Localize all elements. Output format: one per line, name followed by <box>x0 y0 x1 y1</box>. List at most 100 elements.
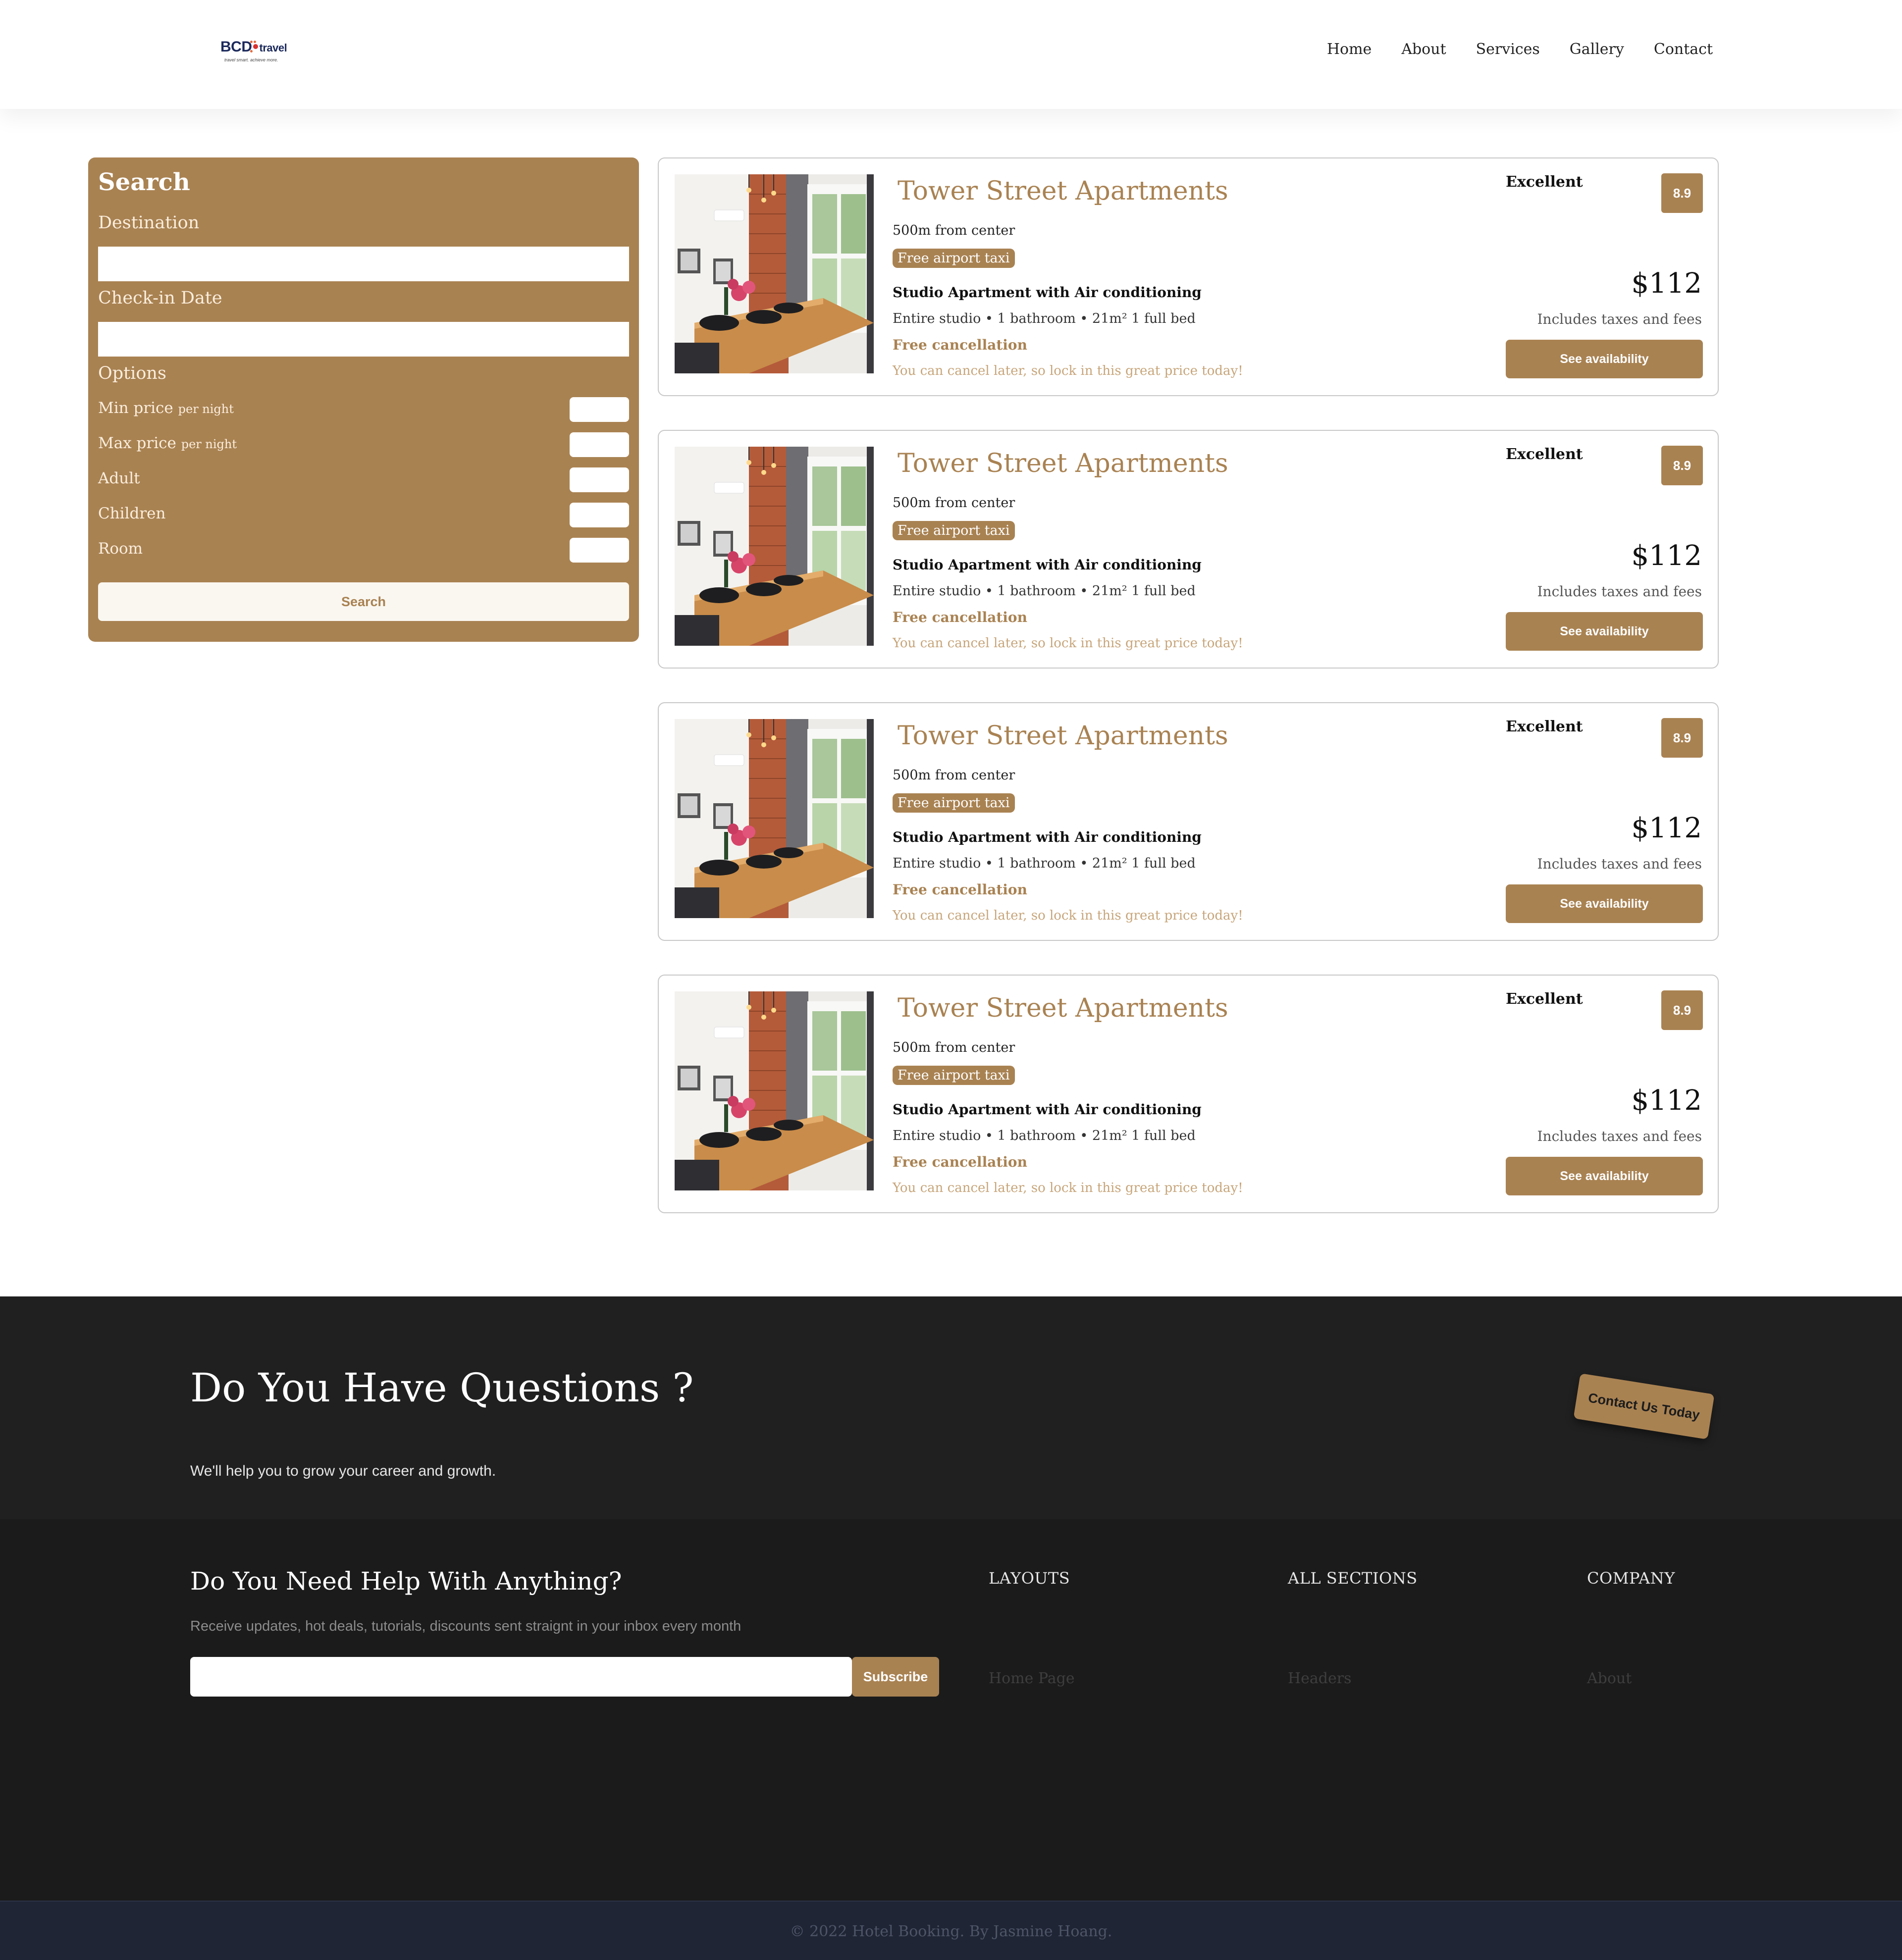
brand-logo[interactable]: BCD travel travel smart. achieve more. <box>220 36 305 65</box>
free-cancellation-label: Free cancellation <box>893 881 1027 898</box>
nav-contact[interactable]: Contact <box>1654 41 1713 58</box>
apartment-photo-illustration <box>675 719 874 918</box>
distance-text: 500m from center <box>893 1040 1015 1055</box>
hotel-title[interactable]: Tower Street Apartments <box>898 449 1228 478</box>
free-taxi-badge: Free airport taxi <box>893 1066 1015 1085</box>
rating-badge: 8.9 <box>1661 446 1703 485</box>
apartment-photo[interactable] <box>675 991 874 1190</box>
room-input[interactable] <box>570 538 629 563</box>
search-button[interactable]: Search <box>98 582 629 621</box>
cancellation-note: You can cancel later, so lock in this gr… <box>893 363 1243 378</box>
free-cancellation-label: Free cancellation <box>893 609 1027 625</box>
max-price-label: Max price <box>98 434 176 452</box>
taxes-note: Includes taxes and fees <box>1537 856 1702 872</box>
taxes-note: Includes taxes and fees <box>1537 1128 1702 1144</box>
children-label: Children <box>98 505 166 522</box>
apartment-photo-illustration <box>675 174 874 373</box>
nav-services[interactable]: Services <box>1476 41 1540 58</box>
adult-input[interactable] <box>570 467 629 492</box>
questions-subtitle: We'll help you to grow your career and g… <box>190 1463 496 1479</box>
newsletter-description: Receive updates, hot deals, tutorials, d… <box>190 1618 741 1634</box>
option-row-max-price: Max price per night <box>98 432 629 458</box>
rating-text: Excellent <box>1506 446 1583 463</box>
newsletter-title: Do You Need Help With Anything? <box>190 1567 622 1596</box>
subscribe-button[interactable]: Subscribe <box>852 1657 939 1697</box>
search-title: Search <box>98 168 190 196</box>
price: $112 <box>1631 1084 1702 1117</box>
hotel-title[interactable]: Tower Street Apartments <box>898 993 1228 1023</box>
rating-text: Excellent <box>1506 990 1583 1008</box>
children-input[interactable] <box>570 503 629 527</box>
rating-badge: 8.9 <box>1661 718 1703 758</box>
nav-about[interactable]: About <box>1401 41 1446 58</box>
room-subtitle: Studio Apartment with Air conditioning <box>893 829 1202 845</box>
checkin-label: Check-in Date <box>98 288 222 308</box>
apartment-photo[interactable] <box>675 447 874 646</box>
see-availability-button[interactable]: See availability <box>1506 340 1703 378</box>
option-row-min-price: Min price per night <box>98 397 629 423</box>
apartment-photo[interactable] <box>675 719 874 918</box>
rating-badge: 8.9 <box>1661 173 1703 213</box>
see-availability-button[interactable]: See availability <box>1506 884 1703 923</box>
see-availability-button[interactable]: See availability <box>1506 612 1703 651</box>
hotel-title[interactable]: Tower Street Apartments <box>898 721 1228 751</box>
free-taxi-badge: Free airport taxi <box>893 249 1015 268</box>
apartment-photo-illustration <box>675 447 874 646</box>
checkin-input[interactable] <box>98 322 629 357</box>
rating-text: Excellent <box>1506 173 1583 191</box>
min-price-input[interactable] <box>570 397 629 422</box>
taxes-note: Includes taxes and fees <box>1537 311 1702 327</box>
price: $112 <box>1631 267 1702 300</box>
free-cancellation-label: Free cancellation <box>893 337 1027 353</box>
apartment-photo[interactable] <box>675 174 874 373</box>
contact-us-button[interactable]: Contact Us Today <box>1573 1373 1715 1440</box>
cancellation-note: You can cancel later, so lock in this gr… <box>893 636 1243 651</box>
nav-home[interactable]: Home <box>1327 41 1372 58</box>
site-header: BCD travel travel smart. achieve more. Ho… <box>0 0 1902 109</box>
free-taxi-badge: Free airport taxi <box>893 521 1015 540</box>
taxes-note: Includes taxes and fees <box>1537 583 1702 600</box>
result-card: Tower Street Apartments 500m from center… <box>658 157 1719 396</box>
distance-text: 500m from center <box>893 223 1015 238</box>
destination-input[interactable] <box>98 247 629 281</box>
nav-gallery[interactable]: Gallery <box>1570 41 1624 58</box>
min-price-suffix: per night <box>178 402 234 416</box>
bottom-bar: © 2022 Hotel Booking. By Jasmine Hoang. <box>0 1901 1902 1960</box>
result-card: Tower Street Apartments 500m from center… <box>658 702 1719 941</box>
footer-link-about[interactable]: About <box>1587 1670 1632 1687</box>
hotel-title[interactable]: Tower Street Apartments <box>898 176 1228 206</box>
newsletter-email-input[interactable] <box>190 1657 852 1697</box>
logo-main-text: BCD <box>220 39 252 55</box>
room-subtitle: Studio Apartment with Air conditioning <box>893 557 1202 573</box>
footer-link-home-page[interactable]: Home Page <box>989 1670 1075 1687</box>
free-cancellation-label: Free cancellation <box>893 1154 1027 1170</box>
logo-travel-text: travel <box>259 42 287 54</box>
site-footer: Do You Need Help With Anything? Receive … <box>0 1519 1902 1901</box>
room-subtitle: Studio Apartment with Air conditioning <box>893 284 1202 301</box>
max-price-input[interactable] <box>570 432 629 457</box>
footer-link-headers[interactable]: Headers <box>1288 1670 1352 1687</box>
result-card: Tower Street Apartments 500m from center… <box>658 975 1719 1213</box>
footer-col-title: COMPANY <box>1587 1569 1675 1588</box>
room-features: Entire studio • 1 bathroom • 21m² 1 full… <box>893 1128 1196 1143</box>
room-features: Entire studio • 1 bathroom • 21m² 1 full… <box>893 311 1196 326</box>
copyright-text: © 2022 Hotel Booking. By Jasmine Hoang. <box>790 1922 1112 1940</box>
destination-label: Destination <box>98 213 200 233</box>
logo-dot-icon <box>253 44 258 50</box>
max-price-suffix: per night <box>181 437 237 451</box>
result-card: Tower Street Apartments 500m from center… <box>658 430 1719 669</box>
cancellation-note: You can cancel later, so lock in this gr… <box>893 908 1243 923</box>
price: $112 <box>1631 540 1702 572</box>
option-row-adult: Adult <box>98 467 629 493</box>
main-nav: Home About Services Gallery Contact <box>1327 41 1713 58</box>
footer-col-title: ALL SECTIONS <box>1288 1569 1418 1588</box>
min-price-label: Min price <box>98 399 173 417</box>
free-taxi-badge: Free airport taxi <box>893 793 1015 813</box>
cancellation-note: You can cancel later, so lock in this gr… <box>893 1181 1243 1195</box>
logo-tagline: travel smart. achieve more. <box>224 57 278 62</box>
see-availability-button[interactable]: See availability <box>1506 1157 1703 1195</box>
questions-title: Do You Have Questions ? <box>190 1365 694 1411</box>
room-features: Entire studio • 1 bathroom • 21m² 1 full… <box>893 856 1196 871</box>
option-row-room: Room <box>98 538 629 564</box>
footer-col-company: COMPANY About <box>1587 1569 1785 1687</box>
